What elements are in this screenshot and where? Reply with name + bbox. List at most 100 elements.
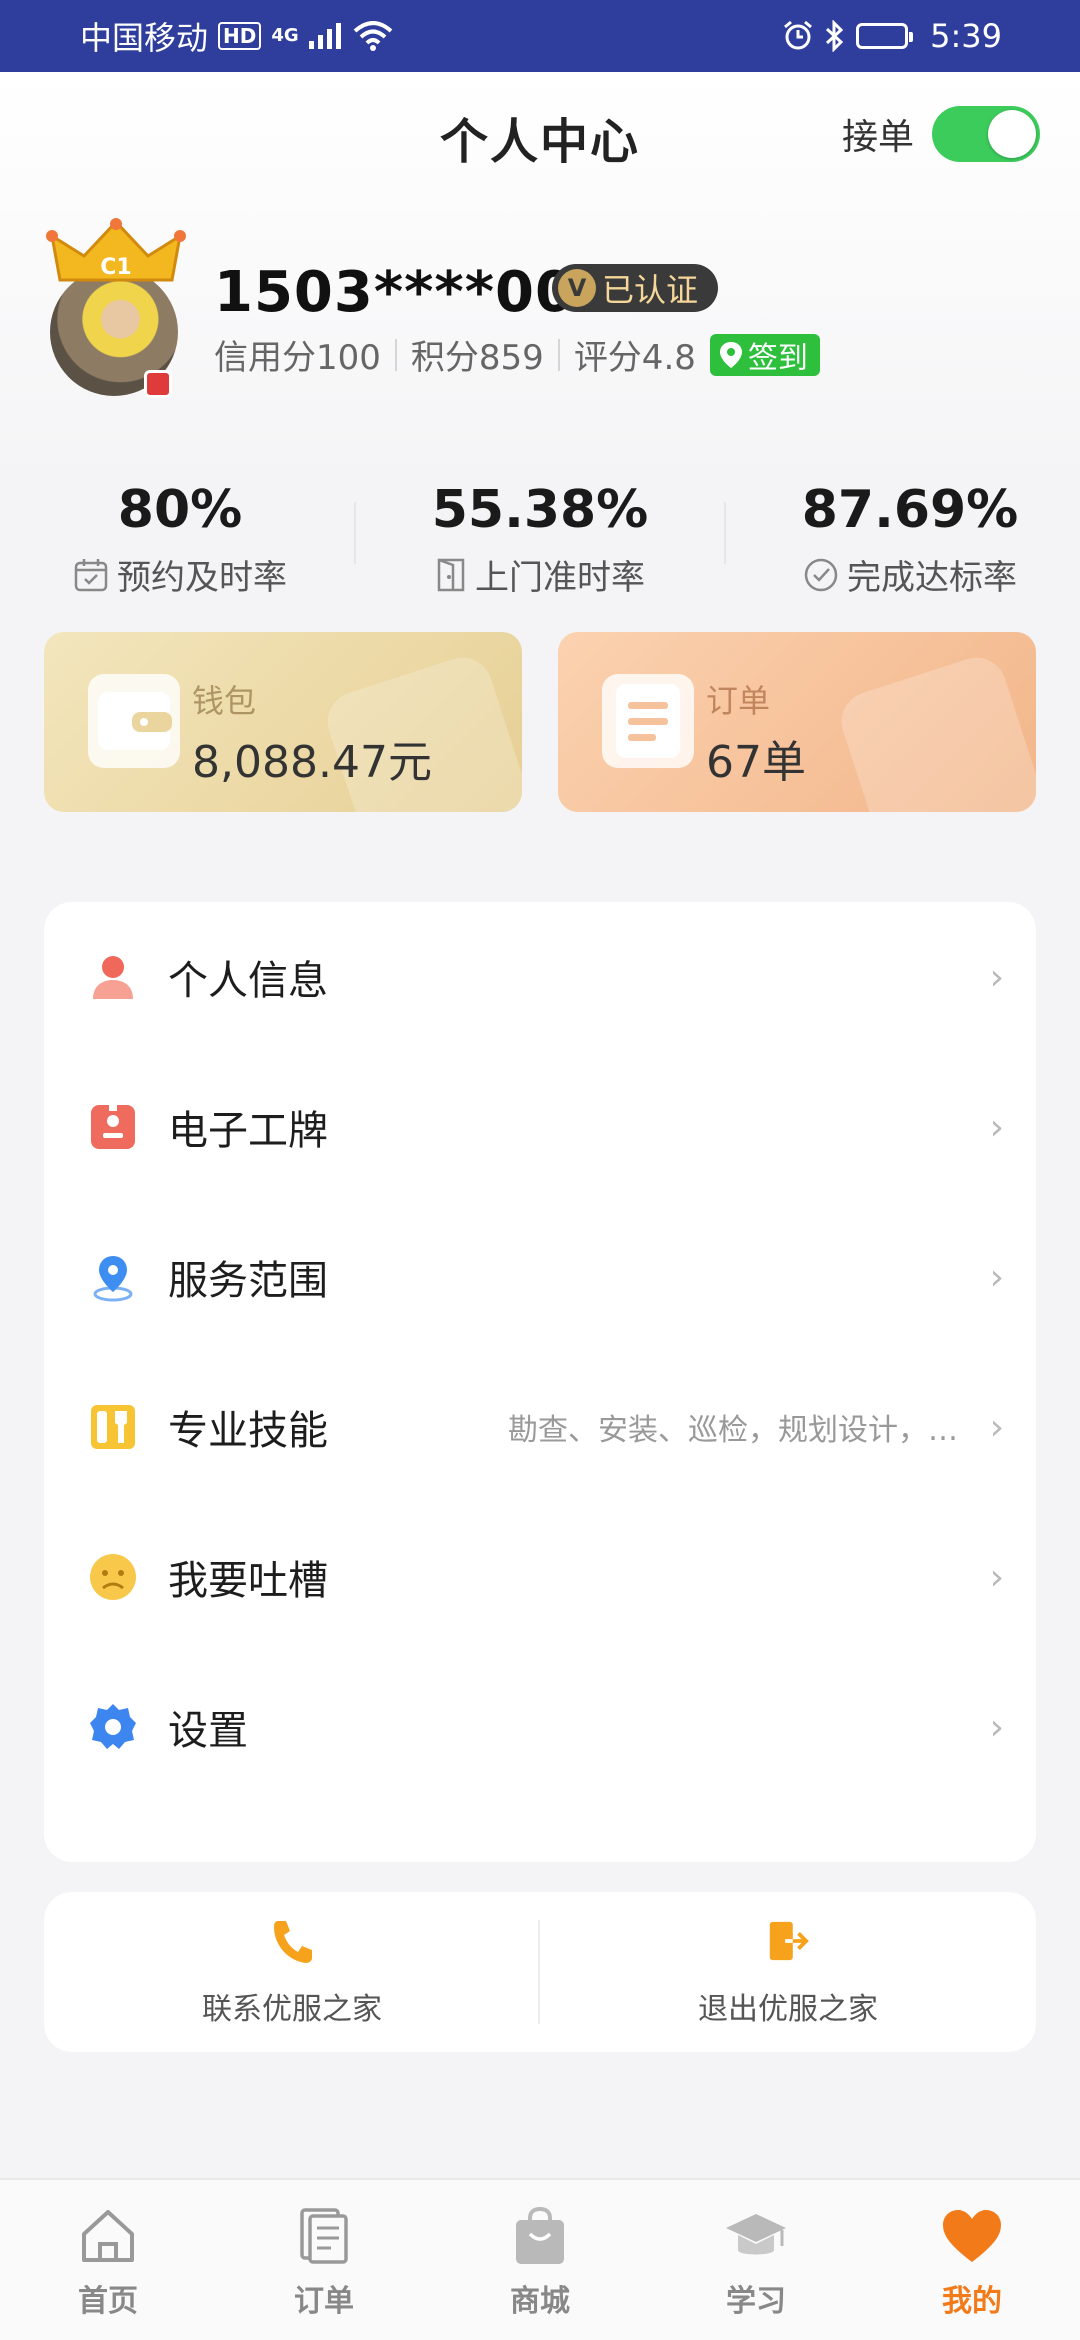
stats-row: 80% 预约及时率 55.38% 上门准时率 87.69% 完成达标率: [0, 480, 1080, 600]
shopping-bag-icon: [508, 2204, 572, 2268]
phone-icon: [270, 1916, 314, 1966]
verified-label: 已认证: [602, 271, 699, 309]
contact-button[interactable]: 联系优服之家: [44, 1892, 540, 2052]
menu-label: 服务范围: [168, 1258, 328, 1304]
wifi-icon: [353, 21, 393, 51]
verified-badge: V 已认证: [552, 264, 719, 312]
menu-item-e-badge[interactable]: 电子工牌 ›: [44, 1052, 1036, 1202]
avatar-badge: [144, 370, 172, 398]
document-icon: [602, 674, 694, 768]
alarm-icon: [782, 20, 814, 52]
rating-score: 评分4.8: [573, 338, 696, 378]
menu-label: 专业技能: [168, 1408, 328, 1454]
chevron-right-icon: ›: [989, 1556, 1004, 1598]
score-divider: [394, 338, 397, 371]
home-icon: [76, 2204, 140, 2268]
calendar-check-icon: [74, 558, 108, 591]
tab-learn[interactable]: 学习: [648, 2180, 864, 2340]
exit-icon: [766, 1916, 810, 1966]
accept-orders-toggle[interactable]: [932, 106, 1040, 162]
sad-face-icon: [88, 1552, 138, 1602]
gear-icon: [88, 1702, 138, 1752]
tab-label: 订单: [294, 2284, 354, 2319]
menu-item-personal-info[interactable]: 个人信息 ›: [44, 902, 1036, 1052]
clock-time: 5:39: [930, 17, 1002, 55]
crown-level: C1: [100, 255, 131, 280]
signal-icon: [308, 23, 343, 49]
menu-label: 电子工牌: [168, 1108, 328, 1154]
carrier-name: 中国移动: [80, 19, 209, 57]
avatar-container[interactable]: C1: [42, 218, 186, 408]
accept-orders-label: 接单: [841, 117, 914, 158]
service-actions: 联系优服之家 退出优服之家: [44, 1892, 1036, 2052]
stat-divider: [724, 502, 726, 564]
chevron-right-icon: ›: [989, 956, 1004, 998]
signin-label: 签到: [747, 340, 808, 376]
tab-label: 我的: [942, 2284, 1002, 2319]
orders-watermark: [833, 649, 1036, 812]
location-pin-icon: [88, 1252, 138, 1302]
stat-ontime-rate[interactable]: 55.38% 上门准时率: [360, 480, 720, 599]
stat-label: 完成达标率: [847, 558, 1017, 598]
orders-title: 订单: [706, 682, 771, 720]
chevron-right-icon: ›: [989, 1706, 1004, 1748]
stat-appointment-rate[interactable]: 80% 预约及时率: [0, 480, 360, 599]
credit-score: 信用分100: [214, 338, 381, 378]
tab-label: 首页: [78, 2284, 138, 2319]
wallet-icon: [88, 674, 180, 768]
exit-button[interactable]: 退出优服之家: [540, 1892, 1036, 2052]
menu-item-service-area[interactable]: 服务范围 ›: [44, 1202, 1036, 1352]
wallet-balance: 8,088.47元: [192, 737, 432, 788]
stat-label: 上门准时率: [475, 558, 645, 598]
score-divider: [557, 338, 560, 371]
hd-indicator: HD: [218, 22, 262, 50]
wallet-title: 钱包: [192, 682, 257, 720]
heart-icon: [940, 2204, 1004, 2268]
menu-item-feedback[interactable]: 我要吐槽 ›: [44, 1502, 1036, 1652]
tab-home[interactable]: 首页: [0, 2180, 216, 2340]
location-pin-icon: [719, 341, 742, 368]
menu-item-skills[interactable]: 专业技能 勘查、安装、巡检，规划设计，… ›: [44, 1352, 1036, 1502]
status-bar: 中国移动 HD 4G 5:39: [0, 0, 1080, 72]
check-circle-icon: [804, 558, 838, 591]
stat-value: 87.69%: [801, 480, 1019, 540]
tab-mine[interactable]: 我的: [864, 2180, 1080, 2340]
stat-label: 预约及时率: [117, 558, 287, 598]
bluetooth-icon: [824, 20, 846, 52]
badge-card-icon: [88, 1102, 138, 1152]
tab-label: 商城: [510, 2284, 570, 2319]
bottom-tab-bar: 首页 订单 商城 学习 我的: [0, 2178, 1080, 2340]
crown-icon: C1: [46, 218, 186, 282]
accept-orders-control: 接单: [842, 106, 1040, 162]
skills-summary: 勘查、安装、巡检，规划设计，…: [508, 1413, 958, 1448]
network-type: 4G: [271, 25, 299, 46]
wallet-card[interactable]: 钱包 8,088.47元: [44, 632, 522, 812]
tab-orders[interactable]: 订单: [216, 2180, 432, 2340]
exit-label: 退出优服之家: [698, 1992, 878, 2027]
toggle-knob: [988, 110, 1036, 158]
wrench-icon: [88, 1402, 138, 1452]
menu-label: 设置: [168, 1708, 248, 1754]
nav-bar: 个人中心 接单: [0, 72, 1080, 198]
chevron-right-icon: ›: [989, 1256, 1004, 1298]
orders-count: 67单: [706, 737, 806, 788]
orders-card[interactable]: 订单 67单: [558, 632, 1036, 812]
stat-completion-rate[interactable]: 87.69% 完成达标率: [730, 480, 1080, 599]
stat-value: 55.38%: [431, 480, 649, 540]
points-score: 积分859: [410, 338, 544, 378]
contact-label: 联系优服之家: [202, 1992, 382, 2027]
signin-button[interactable]: 签到: [709, 333, 820, 376]
stat-value: 80%: [117, 480, 243, 540]
menu-item-settings[interactable]: 设置 ›: [44, 1652, 1036, 1802]
person-icon: [88, 952, 138, 1002]
tab-mall[interactable]: 商城: [432, 2180, 648, 2340]
user-scores: 信用分100 积分859 评分4.8 签到: [214, 330, 820, 379]
door-icon: [437, 558, 465, 591]
tab-label: 学习: [726, 2284, 786, 2319]
chevron-right-icon: ›: [989, 1106, 1004, 1148]
battery-icon: [856, 23, 914, 49]
chevron-right-icon: ›: [989, 1406, 1004, 1448]
orders-icon: [292, 2204, 356, 2268]
graduation-cap-icon: [724, 2204, 788, 2268]
menu-label: 个人信息: [168, 958, 328, 1004]
